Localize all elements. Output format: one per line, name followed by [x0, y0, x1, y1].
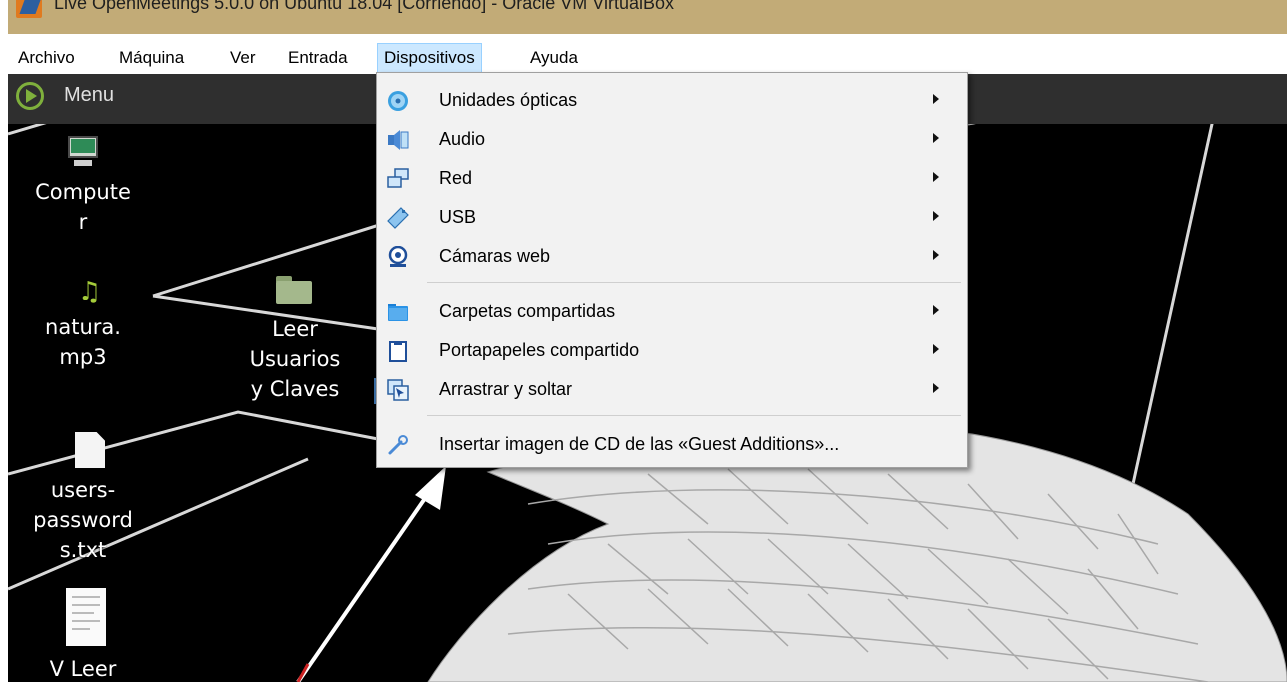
menu-bar: Archivo Máquina Ver Entrada Dispositivos…: [8, 40, 1287, 74]
submenu-arrow-icon: [933, 133, 939, 143]
text-file-icon[interactable]: [75, 432, 105, 468]
menu-item-drag-and-drop[interactable]: Arrastrar y soltar: [377, 372, 967, 408]
music-file-icon[interactable]: ♫: [78, 279, 102, 305]
menu-item-webcams[interactable]: Cámaras web: [377, 239, 967, 275]
menu-separator: [427, 282, 961, 283]
optical-disc-icon: [388, 91, 408, 111]
shared-folder-icon: [388, 304, 408, 321]
menu-item-audio[interactable]: Audio: [377, 122, 967, 158]
menu-item-label: Carpetas compartidas: [439, 301, 616, 321]
menu-ayuda[interactable]: Ayuda: [524, 44, 584, 72]
menu-item-shared-folders[interactable]: Carpetas compartidas: [377, 294, 967, 330]
submenu-arrow-icon: [933, 94, 939, 104]
virtualbox-app-icon: [16, 0, 42, 18]
menu-item-network[interactable]: Red: [377, 161, 967, 197]
guest-menu-label[interactable]: Menu: [64, 84, 114, 107]
menu-item-label: Arrastrar y soltar: [439, 379, 573, 399]
menu-ver[interactable]: Ver: [224, 44, 262, 72]
menu-item-usb[interactable]: USB: [377, 200, 967, 236]
submenu-arrow-icon: [933, 250, 939, 260]
menu-item-label: Cámaras web: [439, 246, 551, 266]
desktop-icon-label-textfile: users- password s.txt: [33, 478, 133, 562]
menu-item-optical-drives[interactable]: Unidades ópticas: [377, 83, 967, 119]
drag-drop-icon: [387, 379, 409, 401]
desktop-icon-label-folder: Leer Usuarios y Claves: [249, 317, 341, 401]
menu-item-label: USB: [439, 207, 477, 227]
document-icon[interactable]: [66, 588, 106, 646]
menu-item-insert-guest-additions[interactable]: Insertar imagen de CD de las «Guest Addi…: [377, 427, 967, 463]
desktop-icon-label-document: V Leer: [49, 657, 117, 681]
clipboard-icon: [389, 341, 407, 362]
menu-entrada[interactable]: Entrada: [282, 44, 354, 72]
menu-archivo[interactable]: Archivo: [12, 44, 81, 72]
submenu-arrow-icon: [933, 305, 939, 315]
guest-additions-icon: [388, 435, 408, 455]
usb-icon: [387, 207, 409, 229]
menu-item-label: Unidades ópticas: [439, 90, 578, 110]
menu-maquina[interactable]: Máquina: [113, 44, 190, 72]
menu-item-label: Audio: [439, 129, 486, 149]
folder-icon[interactable]: [276, 276, 312, 304]
desktop-icon-label-music: natura. mp3: [45, 315, 121, 369]
menu-item-shared-clipboard[interactable]: Portapapeles compartido: [377, 333, 967, 369]
audio-icon: [388, 130, 409, 150]
submenu-arrow-icon: [933, 211, 939, 221]
computer-icon[interactable]: [66, 136, 100, 170]
submenu-arrow-icon: [933, 383, 939, 393]
menu-item-label: Portapapeles compartido: [439, 340, 640, 360]
webcam-icon: [388, 246, 408, 267]
network-icon: [387, 168, 409, 188]
menu-dispositivos[interactable]: Dispositivos: [377, 43, 482, 73]
window-title: Live OpenMeetings 5.0.0 on Ubuntu 18.04 …: [54, 0, 675, 13]
window-title-bar[interactable]: Live OpenMeetings 5.0.0 on Ubuntu 18.04 …: [8, 0, 1287, 34]
submenu-arrow-icon: [933, 344, 939, 354]
devices-menu: Unidades ópticas Audio Red USB Cámaras w…: [376, 72, 968, 468]
mint-menu-icon[interactable]: [16, 82, 44, 110]
desktop-icon-label-computer: Compute r: [35, 180, 131, 234]
menu-item-label: Insertar imagen de CD de las «Guest Addi…: [439, 434, 840, 454]
menu-item-label: Red: [439, 168, 473, 188]
submenu-arrow-icon: [933, 172, 939, 182]
menu-separator: [427, 415, 961, 416]
